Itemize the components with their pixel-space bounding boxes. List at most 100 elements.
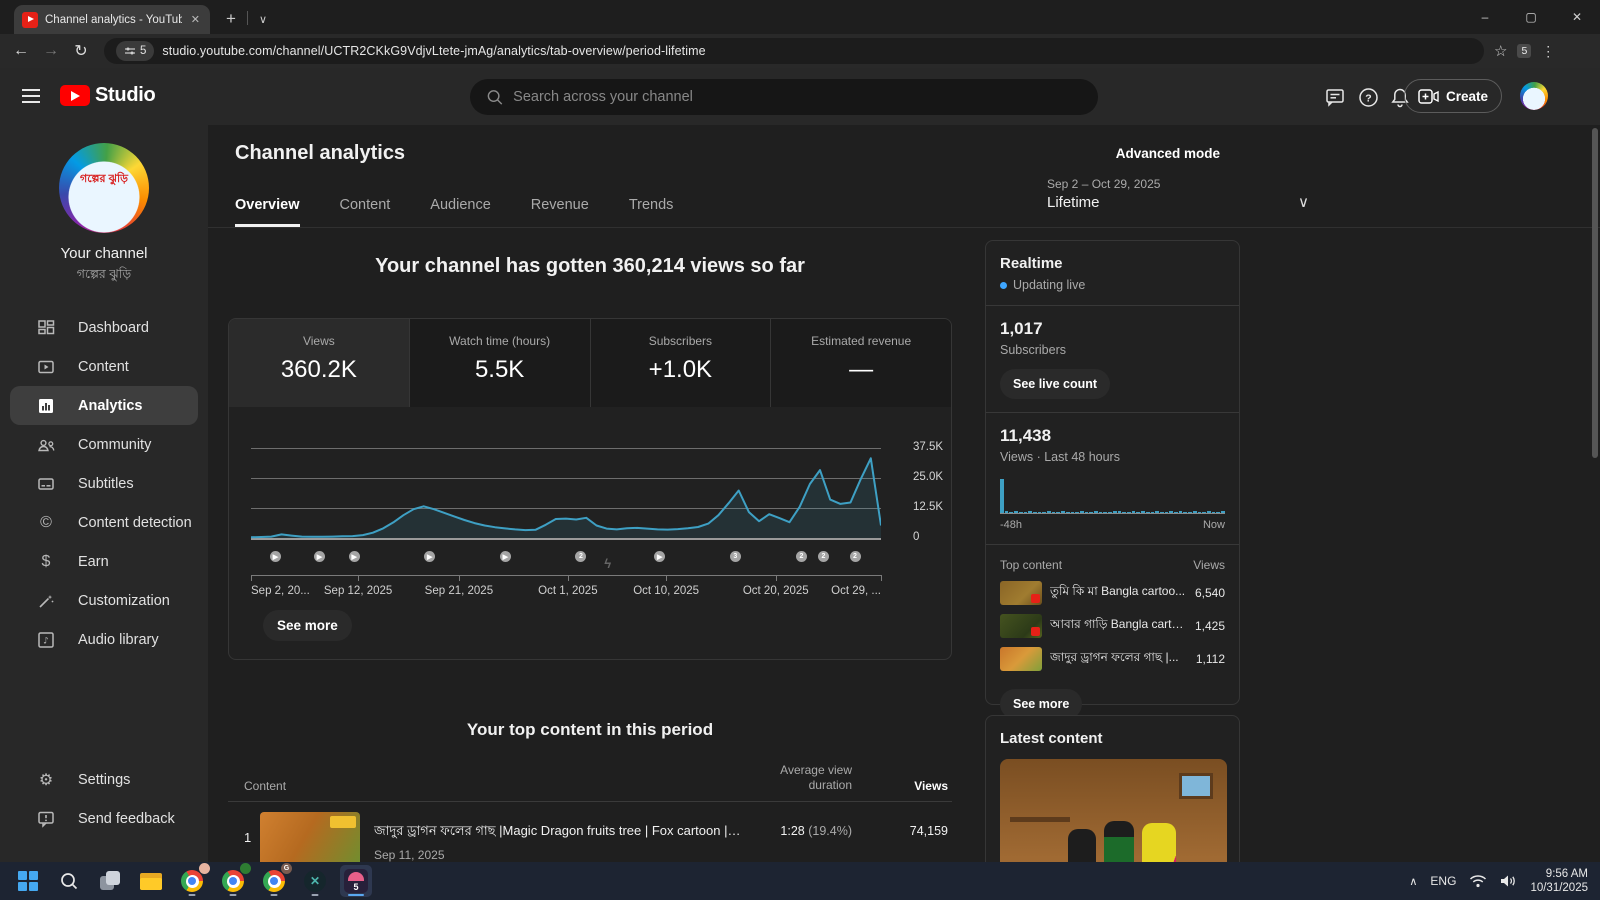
youtube-studio-logo[interactable]: Studio (60, 84, 156, 107)
content-icon (36, 357, 56, 377)
url-bar[interactable]: 5 studio.youtube.com/channel/UCTR2CKkG9V… (104, 38, 1484, 64)
video-title[interactable]: জাদুর ড্রাগন ফলের গাছ |Magic Dragon frui… (374, 822, 742, 843)
video-thumbnail[interactable] (260, 812, 360, 862)
site-permissions-chip[interactable]: 5 (116, 41, 155, 61)
video-marker[interactable]: ▶ (499, 551, 511, 562)
tab-close-icon[interactable]: ✕ (189, 13, 202, 26)
bookmark-star-icon[interactable]: ☆ (1494, 42, 1507, 60)
file-explorer-icon[interactable] (135, 865, 167, 897)
new-tab-button[interactable]: + (218, 7, 244, 31)
top-content-row[interactable]: তুমি কি মা Bangla cartoo... 6,540 (1000, 581, 1225, 605)
reload-button[interactable]: ↻ (66, 41, 96, 61)
tab-revenue[interactable]: Revenue (531, 197, 589, 227)
sidebar-item-customization[interactable]: Customization (10, 581, 198, 620)
col-avg-view-duration[interactable]: Average view duration (742, 763, 852, 793)
sidebar-item-analytics[interactable]: Analytics (10, 386, 198, 425)
realtime-bar-chart[interactable] (1000, 478, 1225, 514)
page-scrollbar[interactable] (1592, 128, 1598, 458)
extension-badge[interactable]: 5 (1517, 44, 1532, 58)
browser-tab[interactable]: Channel analytics - YouTube St... ✕ (14, 5, 210, 34)
video-marker[interactable]: 3 (729, 551, 741, 562)
sidebar-item-content-detection[interactable]: © Content detection (10, 503, 198, 542)
chrome-profile-2-icon[interactable] (217, 863, 251, 897)
start-button[interactable] (12, 865, 44, 897)
updating-live-label: Updating live (1013, 278, 1086, 292)
video-date: Sep 11, 2025 (374, 848, 445, 862)
see-live-count-button[interactable]: See live count (1000, 369, 1111, 399)
tab-content[interactable]: Content (340, 197, 391, 227)
forward-button[interactable]: → (36, 42, 66, 60)
video-marker[interactable]: ▶ (654, 551, 666, 562)
taskbar-clock[interactable]: 9:56 AM 10/31/2025 (1530, 867, 1588, 895)
sidebar-item-subtitles[interactable]: Subtitles (10, 464, 198, 503)
video-marker[interactable]: ▶ (348, 551, 360, 562)
video-marker[interactable]: ▶ (314, 551, 325, 562)
back-button[interactable]: ← (6, 42, 36, 60)
sidebar-item-label: Subtitles (78, 475, 134, 492)
minimize-button[interactable]: – (1462, 0, 1508, 34)
addressbar-actions: ☆ 5 ⋮ (1494, 42, 1555, 61)
sidebar-item-label: Customization (78, 592, 170, 609)
sidebar-item-audio-library[interactable]: ♪ Audio library (10, 620, 198, 659)
feedback-icon[interactable] (1322, 84, 1348, 110)
sidebar-menu: Dashboard Content Analytics Community Su… (0, 308, 208, 659)
sidebar-item-settings[interactable]: ⚙ Settings (10, 760, 198, 799)
volume-icon[interactable] (1500, 874, 1517, 888)
col-views[interactable]: Views (852, 779, 948, 793)
video-marker[interactable]: 2 (575, 551, 587, 562)
sidebar-item-content[interactable]: Content (10, 347, 198, 386)
chrome-profile-1-icon[interactable] (176, 863, 210, 897)
wifi-icon[interactable] (1469, 874, 1487, 888)
tabs-divider (208, 227, 1600, 228)
help-icon[interactable]: ? (1355, 84, 1381, 110)
language-indicator[interactable]: ENG (1430, 874, 1456, 888)
sidebar-item-community[interactable]: Community (10, 425, 198, 464)
tab-overview[interactable]: Overview (235, 197, 300, 227)
table-row[interactable]: 1 জাদুর ড্রাগন ফলের গাছ |Magic Dragon fr… (228, 802, 952, 862)
tab-trends[interactable]: Trends (629, 197, 674, 227)
video-marker[interactable]: ϟ (601, 556, 615, 571)
metric-subscribers[interactable]: Subscribers +1.0K (590, 319, 772, 407)
analytics-tabs: Overview Content Audience Revenue Trends (235, 197, 673, 227)
hamburger-menu-icon[interactable] (22, 89, 40, 103)
latest-video-thumbnail[interactable] (1000, 759, 1227, 862)
sidebar-item-send-feedback[interactable]: Send feedback (10, 799, 198, 838)
account-avatar[interactable] (1520, 82, 1548, 110)
video-views: 1,425 (1194, 619, 1225, 633)
tab-audience[interactable]: Audience (430, 197, 490, 227)
browser-menu-icon[interactable]: ⋮ (1541, 43, 1555, 60)
video-marker[interactable]: ▶ (424, 551, 436, 562)
metric-watch-time[interactable]: Watch time (hours) 5.5K (409, 319, 591, 407)
sidebar: গল্পের ঝুড়ি Your channel গল্পের ঝুড়ি D… (0, 125, 208, 862)
create-button[interactable]: Create (1403, 79, 1502, 113)
top-content-row[interactable]: আবার গাড়ি Bangla carto... 1,425 (1000, 614, 1225, 638)
tray-chevron-icon[interactable]: ∧ (1409, 875, 1417, 888)
video-marker[interactable]: 2 (795, 551, 807, 562)
search-input[interactable] (513, 89, 1082, 105)
views-line-chart[interactable]: 37.5K 25.0K 12.5K 0 (251, 437, 951, 553)
active-app-icon[interactable]: 5 (340, 865, 372, 897)
see-more-button[interactable]: See more (263, 610, 352, 641)
video-marker[interactable]: ▶ (269, 551, 281, 562)
subscribers-label: Subscribers (1000, 343, 1066, 357)
metric-views[interactable]: Views 360.2K (229, 319, 410, 407)
sidebar-item-earn[interactable]: $ Earn (10, 542, 198, 581)
advanced-mode-button[interactable]: Advanced mode (1116, 146, 1220, 161)
video-thumbnail (1000, 647, 1042, 671)
task-view-icon[interactable] (94, 865, 126, 897)
x-app-icon[interactable]: ✕ (299, 865, 331, 897)
col-content[interactable]: Content (244, 779, 742, 793)
metric-estimated-revenue[interactable]: Estimated revenue — (771, 319, 951, 407)
video-marker[interactable]: 2 (849, 551, 861, 562)
tab-search-chevron-icon[interactable]: ∨ (252, 7, 274, 31)
sidebar-item-dashboard[interactable]: Dashboard (10, 308, 198, 347)
video-marker[interactable]: 2 (818, 551, 829, 562)
taskbar-search-icon[interactable] (53, 865, 85, 897)
channel-avatar[interactable]: গল্পের ঝুড়ি (59, 143, 149, 233)
maximize-button[interactable]: ▢ (1508, 0, 1554, 34)
top-content-row[interactable]: জাদুর ড্রাগন ফলের গাছ |... 1,112 (1000, 647, 1225, 671)
date-range-picker[interactable]: Sep 2 – Oct 29, 2025 Lifetime ∨ (1047, 177, 1309, 211)
chrome-profile-3-icon[interactable]: G (258, 863, 292, 897)
studio-search[interactable] (470, 79, 1098, 115)
close-button[interactable]: ✕ (1554, 0, 1600, 34)
